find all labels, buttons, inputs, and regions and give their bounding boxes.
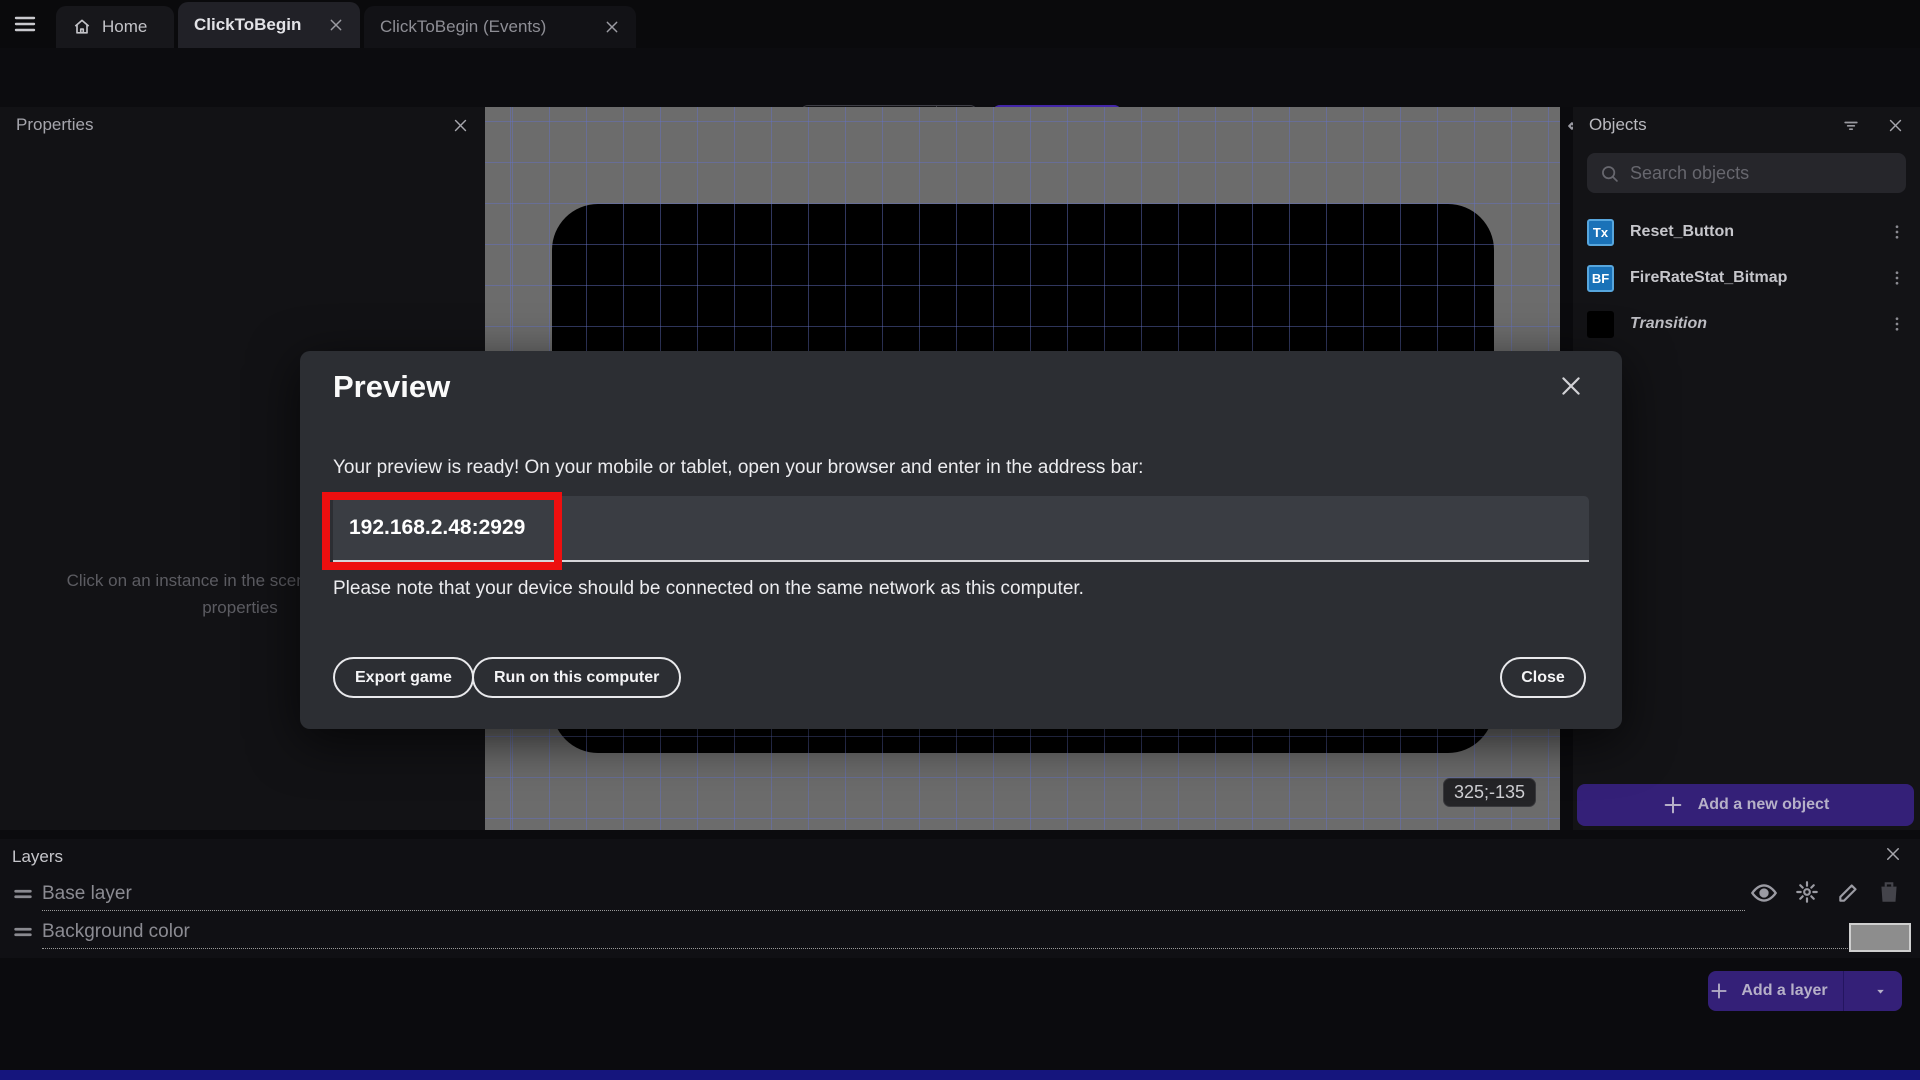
- object-name: FireRateStat_Bitmap: [1630, 269, 1788, 286]
- layers-panel-title: Layers: [12, 847, 64, 866]
- object-item-transition[interactable]: Transition: [1573, 303, 1920, 345]
- object-menu-dots-icon[interactable]: [1888, 269, 1906, 287]
- drag-handle-icon[interactable]: [12, 883, 34, 905]
- main-menu-button[interactable]: [8, 10, 42, 38]
- drag-handle-icon[interactable]: [12, 921, 34, 943]
- hamburger-icon: [11, 12, 39, 36]
- add-layer-options-caret[interactable]: [1858, 985, 1902, 998]
- layer-row-base[interactable]: Base layer: [0, 877, 1920, 911]
- tab-scene-label: ClickToBegin: [194, 15, 302, 34]
- dialog-title: Preview: [333, 369, 451, 404]
- objects-close-icon[interactable]: [1887, 117, 1904, 134]
- add-new-object-button[interactable]: Add a new object: [1577, 784, 1914, 826]
- layer-name-field[interactable]: Base layer: [42, 883, 132, 905]
- objects-search-input[interactable]: [1630, 162, 1894, 184]
- objects-panel-title: Objects: [1589, 115, 1647, 134]
- plus-icon: [1709, 981, 1729, 1001]
- add-layer-button[interactable]: Add a layer: [1708, 981, 1829, 1001]
- sprite-object-icon: [1587, 310, 1614, 338]
- close-dialog-button[interactable]: Close: [1500, 657, 1586, 698]
- search-icon: [1599, 163, 1620, 184]
- object-menu-dots-icon[interactable]: [1888, 315, 1906, 333]
- object-menu-dots-icon[interactable]: [1888, 223, 1906, 241]
- tab-home[interactable]: Home: [56, 6, 174, 48]
- layer-row-background-color[interactable]: Background color: [0, 915, 1920, 949]
- object-name: Transition: [1630, 315, 1708, 332]
- layer-delete-trash-icon[interactable]: [1876, 879, 1902, 905]
- run-on-this-computer-button[interactable]: Run on this computer: [472, 657, 682, 698]
- preview-address-input[interactable]: [333, 516, 1589, 540]
- tab-events-close-icon[interactable]: [604, 19, 620, 35]
- layers-panel: Layers Base layer Background color: [0, 839, 1920, 958]
- bottom-status-strip: [0, 1070, 1920, 1080]
- layers-close-icon[interactable]: [1884, 845, 1902, 863]
- bitmap-font-object-icon: BF: [1587, 264, 1614, 292]
- tab-events-label: ClickToBegin (Events): [380, 17, 547, 36]
- add-layer-label: Add a layer: [1741, 982, 1828, 999]
- properties-close-icon[interactable]: [452, 117, 469, 134]
- add-layer-split-button[interactable]: Add a layer: [1708, 971, 1902, 1011]
- add-new-object-label: Add a new object: [1697, 796, 1830, 813]
- object-item-reset-button[interactable]: Tx Reset_Button: [1573, 211, 1920, 253]
- objects-panel: Objects Tx Reset_Button BF FireRateStat_…: [1573, 107, 1920, 830]
- objects-search-box[interactable]: [1587, 153, 1906, 193]
- object-name: Reset_Button: [1630, 223, 1735, 240]
- layer-effects-icon[interactable]: [1794, 879, 1820, 905]
- divider: [1843, 971, 1844, 1011]
- layer-name-field[interactable]: Background color: [42, 921, 190, 943]
- tab-scene-close-icon[interactable]: [328, 17, 344, 33]
- tab-home-label: Home: [102, 17, 148, 36]
- plus-icon: [1662, 794, 1684, 816]
- tab-bar: Home ClickToBegin ClickToBegin (Events): [0, 0, 1920, 48]
- cursor-coordinates-badge: 325;-135: [1443, 778, 1537, 807]
- background-color-swatch[interactable]: [1849, 923, 1911, 952]
- layer-name-underline: [42, 910, 1745, 911]
- home-icon: [72, 17, 92, 37]
- export-game-button[interactable]: Export game: [333, 657, 474, 698]
- preview-address-field[interactable]: [333, 496, 1589, 562]
- caret-down-icon: [1874, 985, 1887, 998]
- preview-dialog: Preview Your preview is ready! On your m…: [300, 351, 1622, 729]
- objects-filter-icon[interactable]: [1841, 115, 1861, 135]
- text-object-icon: Tx: [1587, 218, 1614, 246]
- properties-panel-title: Properties: [16, 115, 94, 134]
- scene-toolbar: Preview Publish: [0, 48, 1920, 147]
- dialog-close-icon[interactable]: [1558, 373, 1584, 399]
- layer-name-underline: [42, 948, 1910, 949]
- app-window: Home ClickToBegin ClickToBegin (Events) …: [0, 0, 1920, 1080]
- dialog-note: Please note that your device should be c…: [333, 578, 1084, 599]
- layer-visibility-eye-icon[interactable]: [1750, 879, 1778, 907]
- tab-scene[interactable]: ClickToBegin: [178, 2, 360, 48]
- object-item-fireratestat-bitmap[interactable]: BF FireRateStat_Bitmap: [1573, 257, 1920, 299]
- tab-events[interactable]: ClickToBegin (Events): [364, 6, 636, 48]
- dialog-message: Your preview is ready! On your mobile or…: [333, 457, 1144, 478]
- layer-edit-pencil-icon[interactable]: [1836, 879, 1862, 905]
